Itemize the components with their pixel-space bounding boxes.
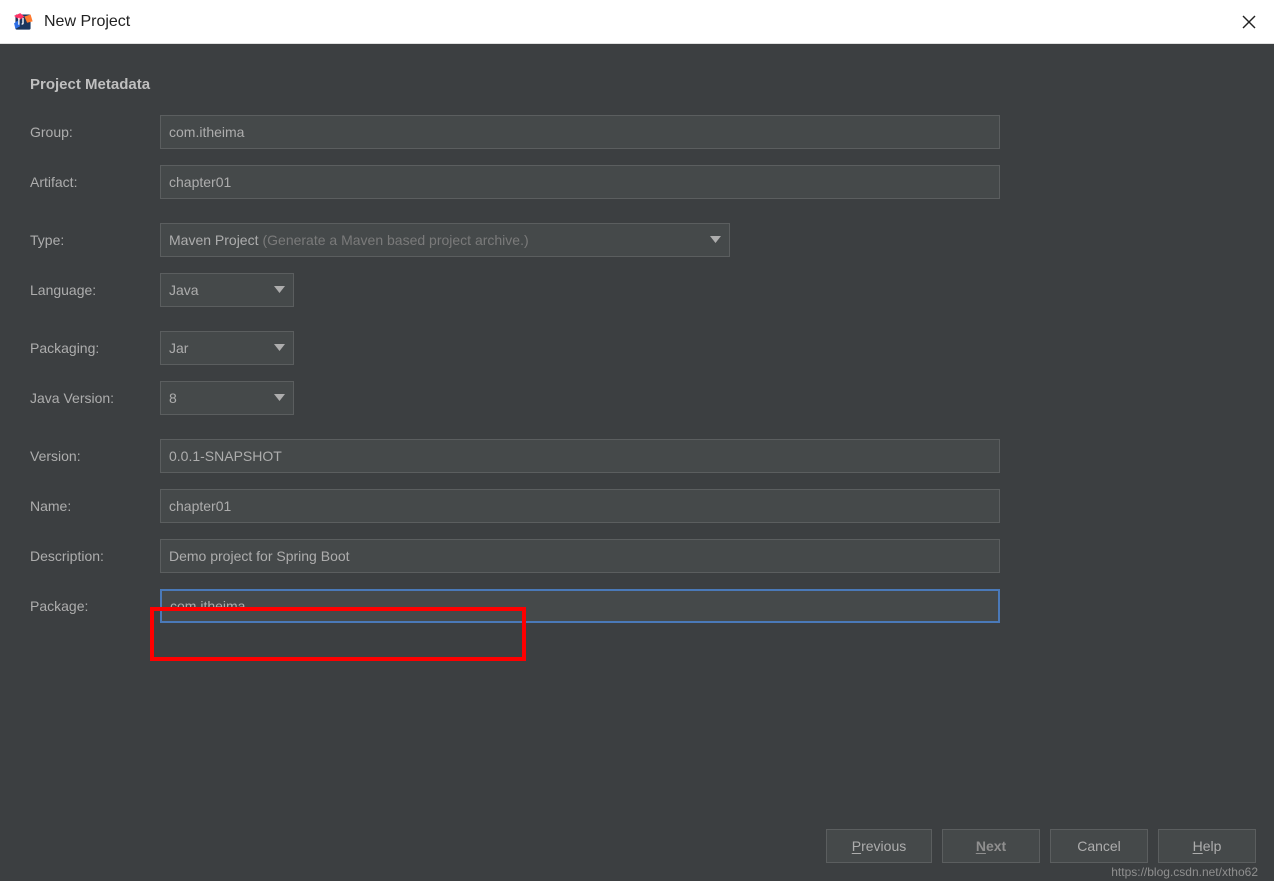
label-group: Group: xyxy=(30,124,160,140)
row-description: Description: xyxy=(30,539,1244,573)
packaging-value: Jar xyxy=(169,340,188,356)
section-title: Project Metadata xyxy=(30,76,1244,93)
row-package: Package: xyxy=(30,589,1244,623)
type-value: Maven Project xyxy=(169,232,258,248)
label-packaging: Packaging: xyxy=(30,340,160,356)
type-select[interactable]: Maven Project (Generate a Maven based pr… xyxy=(160,223,730,257)
row-language: Language: Java xyxy=(30,273,1244,307)
title-bar: New Project xyxy=(0,0,1274,44)
java-version-select[interactable]: 8 xyxy=(160,381,294,415)
label-type: Type: xyxy=(30,232,160,248)
label-artifact: Artifact: xyxy=(30,174,160,190)
row-name: Name: xyxy=(30,489,1244,523)
packaging-select[interactable]: Jar xyxy=(160,331,294,365)
row-type: Type: Maven Project (Generate a Maven ba… xyxy=(30,223,1244,257)
label-version: Version: xyxy=(30,448,160,464)
label-name: Name: xyxy=(30,498,160,514)
label-language: Language: xyxy=(30,282,160,298)
type-hint: (Generate a Maven based project archive.… xyxy=(262,232,528,248)
row-java-version: Java Version: 8 xyxy=(30,381,1244,415)
group-input[interactable] xyxy=(160,115,1000,149)
label-java-version: Java Version: xyxy=(30,390,160,406)
cancel-button[interactable]: Cancel xyxy=(1050,829,1148,863)
close-icon xyxy=(1242,15,1256,29)
window-title: New Project xyxy=(44,13,1236,31)
row-version: Version: xyxy=(30,439,1244,473)
dialog-content: Project Metadata Group: Artifact: Type: … xyxy=(0,44,1274,881)
row-artifact: Artifact: xyxy=(30,165,1244,199)
row-packaging: Packaging: Jar xyxy=(30,331,1244,365)
language-select[interactable]: Java xyxy=(160,273,294,307)
chevron-down-icon xyxy=(710,236,721,244)
chevron-down-icon xyxy=(274,344,285,352)
artifact-input[interactable] xyxy=(160,165,1000,199)
label-description: Description: xyxy=(30,548,160,564)
footer-buttons: Previous Next Cancel Help xyxy=(826,829,1256,863)
java-version-value: 8 xyxy=(169,390,177,406)
chevron-down-icon xyxy=(274,394,285,402)
name-input[interactable] xyxy=(160,489,1000,523)
language-value: Java xyxy=(169,282,199,298)
help-button[interactable]: Help xyxy=(1158,829,1256,863)
next-button[interactable]: Next xyxy=(942,829,1040,863)
row-group: Group: xyxy=(30,115,1244,149)
version-input[interactable] xyxy=(160,439,1000,473)
chevron-down-icon xyxy=(274,286,285,294)
intellij-logo-icon xyxy=(12,11,34,33)
label-package: Package: xyxy=(30,598,160,614)
close-button[interactable] xyxy=(1236,9,1262,35)
previous-button[interactable]: Previous xyxy=(826,829,932,863)
package-input[interactable] xyxy=(160,589,1000,623)
description-input[interactable] xyxy=(160,539,1000,573)
watermark-text: https://blog.csdn.net/xtho62 xyxy=(1111,865,1258,879)
